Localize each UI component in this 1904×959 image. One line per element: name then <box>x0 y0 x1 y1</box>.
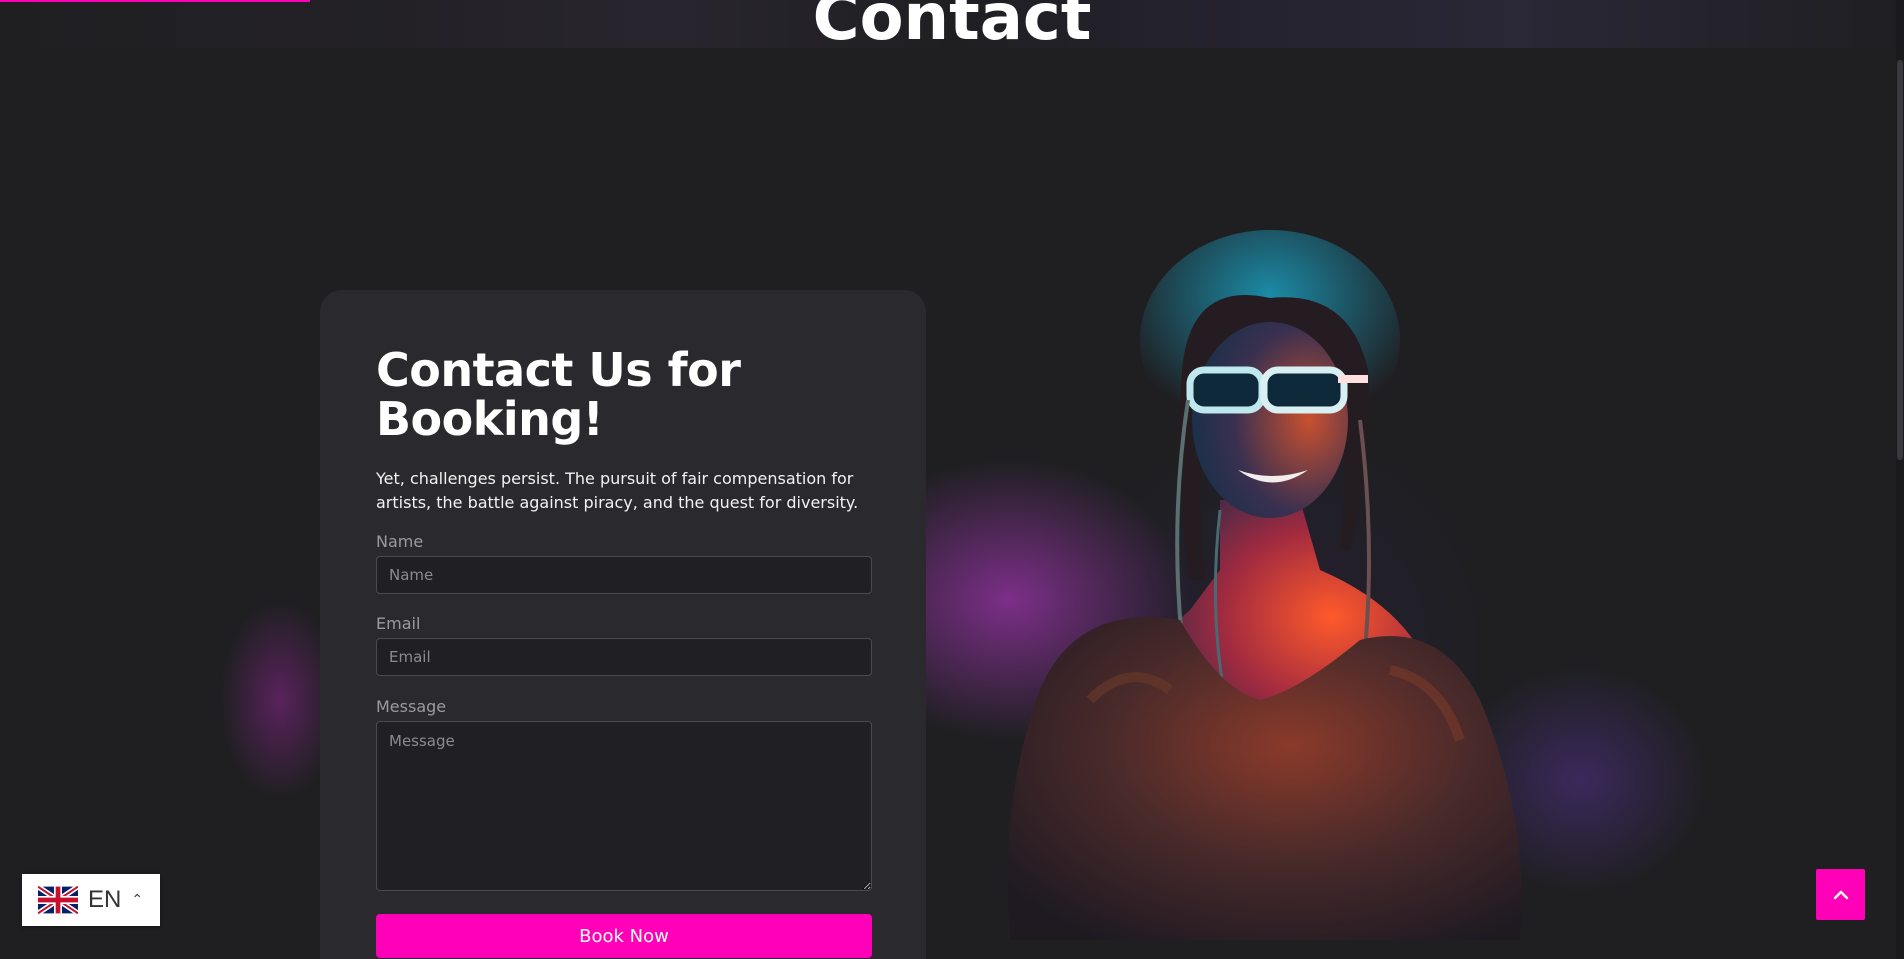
contact-form-card: Contact Us for Booking! Yet, challenges … <box>320 290 926 959</box>
chevron-up-icon: ⌃ <box>131 892 144 908</box>
language-switcher[interactable]: EN ⌃ <box>22 874 160 926</box>
name-label: Name <box>376 532 424 551</box>
page-title: Contact <box>812 0 1092 55</box>
chevron-up-icon <box>1833 890 1848 899</box>
message-label: Message <box>376 697 447 716</box>
card-description: Yet, challenges persist. The pursuit of … <box>376 469 859 512</box>
scrollbar-thumb[interactable] <box>1897 60 1903 460</box>
performer-image <box>920 220 1720 940</box>
scrollbar[interactable] <box>1896 0 1904 959</box>
card-title: Contact Us for Booking! <box>376 343 741 446</box>
uk-flag-icon <box>38 886 78 914</box>
page: Contact Contact Us for Booking! Yet, cha… <box>0 0 1904 959</box>
message-textarea[interactable] <box>376 721 872 891</box>
language-code: EN <box>88 886 122 913</box>
email-label: Email <box>376 614 421 633</box>
book-now-button[interactable]: Book Now <box>376 914 872 958</box>
name-input[interactable] <box>376 556 872 594</box>
email-input[interactable] <box>376 638 872 676</box>
back-to-top-button[interactable] <box>1816 869 1865 920</box>
performer-illustration <box>1007 230 1522 940</box>
